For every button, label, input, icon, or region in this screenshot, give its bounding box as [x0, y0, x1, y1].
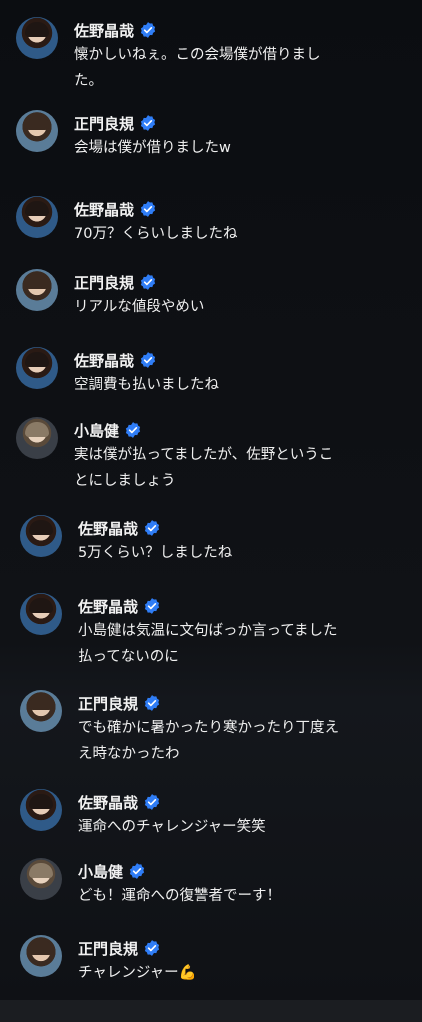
commenter-name[interactable]: 佐野晶哉: [78, 518, 138, 539]
commenter-name[interactable]: 正門良規: [74, 113, 134, 134]
verified-badge-icon: [144, 598, 160, 614]
comment-text: ども！運命への復讐者でーす！: [78, 888, 281, 904]
verified-badge-icon: [140, 115, 156, 131]
commenter-name[interactable]: 佐野晶哉: [78, 792, 138, 813]
avatar[interactable]: [20, 690, 62, 732]
comment-text: 運命へのチャレンジャー笑笑: [78, 819, 266, 835]
verified-badge-icon: [144, 520, 160, 536]
comment-text: チャレンジャー💪: [78, 965, 197, 981]
verified-badge-icon: [144, 940, 160, 956]
commenter-name[interactable]: 正門良規: [74, 272, 134, 293]
commenter-name[interactable]: 佐野晶哉: [78, 596, 138, 617]
avatar[interactable]: [16, 269, 58, 311]
avatar[interactable]: [20, 515, 62, 557]
comment-text: リアルな値段やめい: [74, 299, 205, 315]
avatar[interactable]: [16, 196, 58, 238]
verified-badge-icon: [129, 863, 145, 879]
comment-text: 小島健は気温に文句ばっか言ってました 払ってないのに: [78, 623, 338, 665]
comment-text: 5万くらい？しましたね: [78, 545, 233, 561]
commenter-name[interactable]: 小島健: [78, 861, 123, 882]
comment-text: 懐かしいねぇ。この会場僕が借りまし た。: [74, 47, 321, 89]
commenter-name[interactable]: 佐野晶哉: [74, 350, 134, 371]
verified-badge-icon: [140, 22, 156, 38]
avatar[interactable]: [16, 417, 58, 459]
comment-text: 空調費も払いましたね: [74, 377, 219, 393]
verified-badge-icon: [140, 352, 156, 368]
comment-text: 会場は僕が借りましたw: [74, 140, 231, 156]
avatar[interactable]: [20, 593, 62, 635]
commenter-name[interactable]: 小島健: [74, 420, 119, 441]
verified-badge-icon: [125, 422, 141, 438]
verified-badge-icon: [140, 274, 156, 290]
comment-text: 実は僕が払ってましたが、佐野というこ とにしましょう: [74, 447, 334, 489]
avatar[interactable]: [20, 935, 62, 977]
verified-badge-icon: [144, 794, 160, 810]
commenter-name[interactable]: 佐野晶哉: [74, 199, 134, 220]
comment-feed: 佐野晶哉 懐かしいねぇ。この会場僕が借りまし た。 正門良規 会場は僕が借りまし…: [0, 0, 422, 1022]
commenter-name[interactable]: 佐野晶哉: [74, 20, 134, 41]
comment-text: でも確かに暑かったり寒かったり丁度え え時なかったわ: [78, 720, 339, 762]
verified-badge-icon: [144, 695, 160, 711]
verified-badge-icon: [140, 201, 156, 217]
avatar[interactable]: [20, 858, 62, 900]
commenter-name[interactable]: 正門良規: [78, 938, 138, 959]
avatar[interactable]: [16, 347, 58, 389]
avatar[interactable]: [20, 789, 62, 831]
avatar[interactable]: [16, 110, 58, 152]
avatar[interactable]: [16, 17, 58, 59]
comment-text: 70万？くらいしましたね: [74, 226, 238, 242]
commenter-name[interactable]: 正門良規: [78, 693, 138, 714]
